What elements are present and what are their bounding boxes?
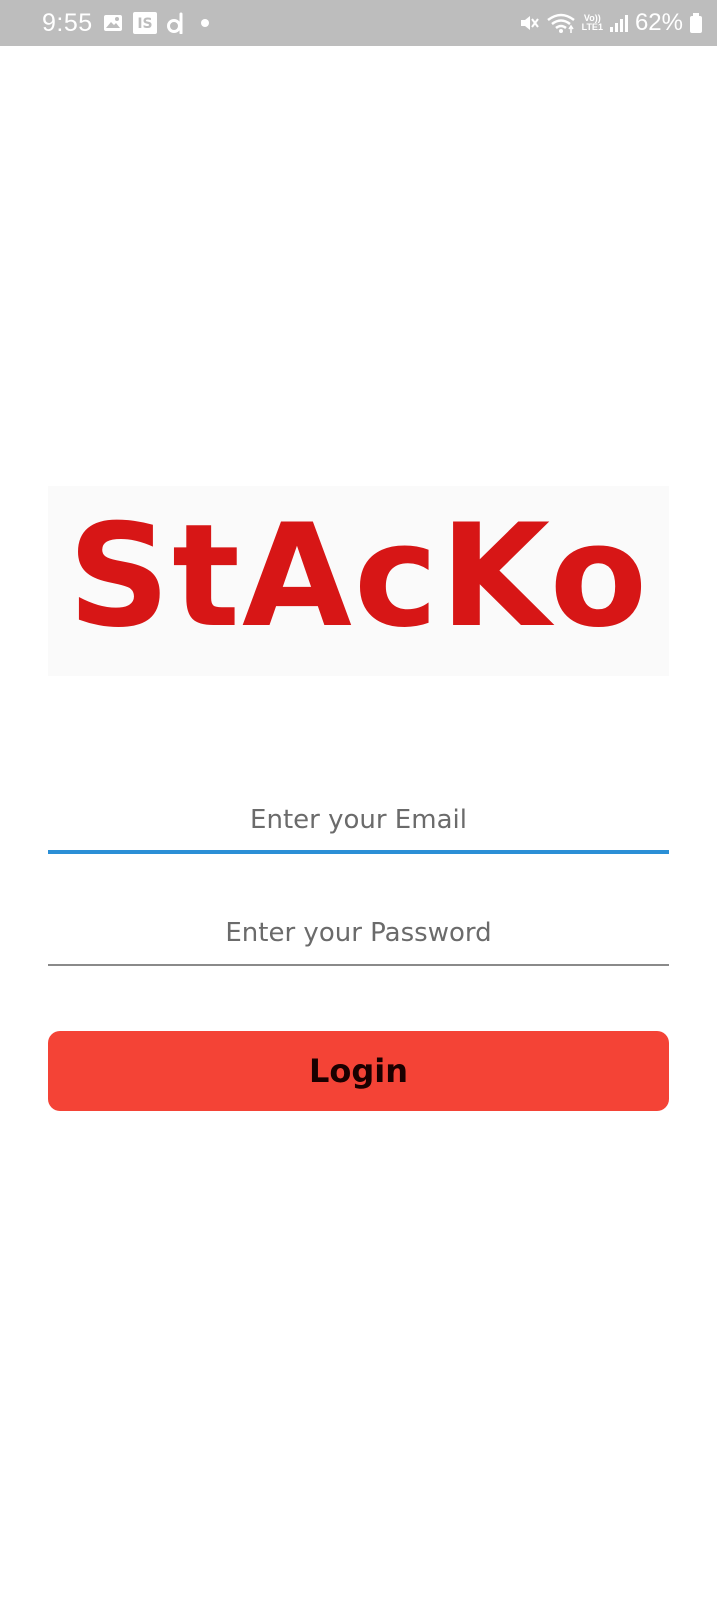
status-bar: 9:55 IS Vo)) LTE1 62%	[0, 0, 717, 46]
login-button[interactable]: Login	[48, 1031, 669, 1111]
app-d-icon	[166, 12, 185, 34]
mute-vibrate-icon	[518, 12, 540, 34]
password-field-container	[48, 902, 669, 966]
app-logo: StAcKo	[48, 486, 669, 676]
battery-percent: 62%	[634, 9, 683, 36]
app-is-icon: IS	[132, 12, 157, 34]
dot-icon	[195, 13, 215, 33]
volte-icon: Vo)) LTE1	[582, 14, 603, 32]
signal-icon	[609, 13, 629, 33]
volte-line2: LTE1	[581, 22, 603, 32]
password-field[interactable]	[48, 902, 669, 964]
logo-text: StAcKo	[67, 494, 650, 659]
battery-icon	[689, 12, 703, 34]
email-field-container	[48, 790, 669, 854]
status-time: 9:55	[42, 8, 93, 37]
wifi-icon	[546, 12, 576, 34]
status-right: Vo)) LTE1 62%	[518, 0, 703, 46]
svg-text:IS: IS	[137, 16, 152, 32]
email-field[interactable]	[48, 790, 669, 850]
status-left: 9:55 IS	[42, 0, 215, 46]
gallery-icon	[103, 13, 123, 33]
